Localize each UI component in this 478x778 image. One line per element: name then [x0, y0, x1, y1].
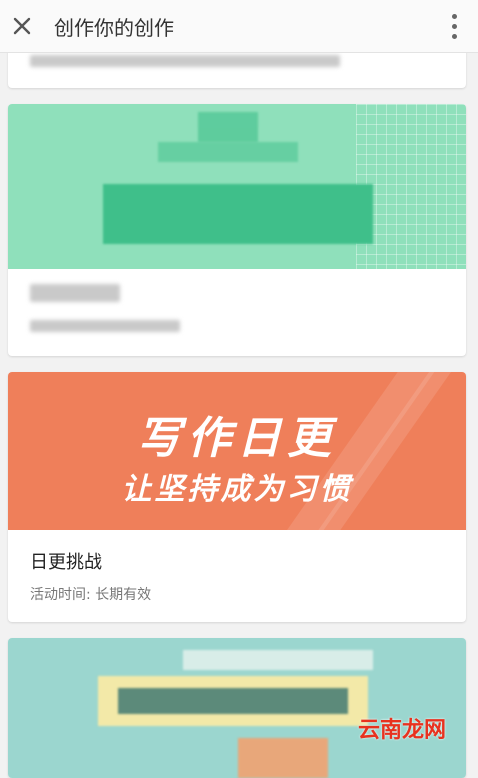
activity-card-3[interactable]: 写作日更 让坚持成为习惯 日更挑战 活动时间: 长期有效	[8, 372, 466, 622]
activity-banner	[8, 638, 466, 778]
blurred-meta	[30, 320, 180, 332]
banner-headline: 写作日更	[137, 413, 337, 464]
app-bar: 创作你的创作	[0, 0, 478, 53]
activity-banner	[8, 104, 466, 269]
blurred-meta	[30, 55, 340, 67]
activity-title: 日更挑战	[30, 552, 102, 573]
activity-card-4[interactable]	[8, 638, 466, 778]
more-vertical-icon	[451, 13, 457, 19]
activity-time: 活动时间: 长期有效	[30, 587, 152, 603]
close-button[interactable]	[0, 4, 44, 48]
page-title: 创作你的创作	[54, 15, 174, 40]
close-icon	[13, 17, 31, 35]
more-options-button[interactable]	[442, 9, 466, 43]
banner-subheadline: 让坚持成为习惯	[121, 472, 353, 507]
blurred-title	[30, 284, 120, 302]
activity-banner: 写作日更 让坚持成为习惯	[8, 372, 466, 530]
activity-card-2[interactable]	[8, 104, 466, 356]
watermark-logo: 云南龙网	[357, 717, 446, 743]
